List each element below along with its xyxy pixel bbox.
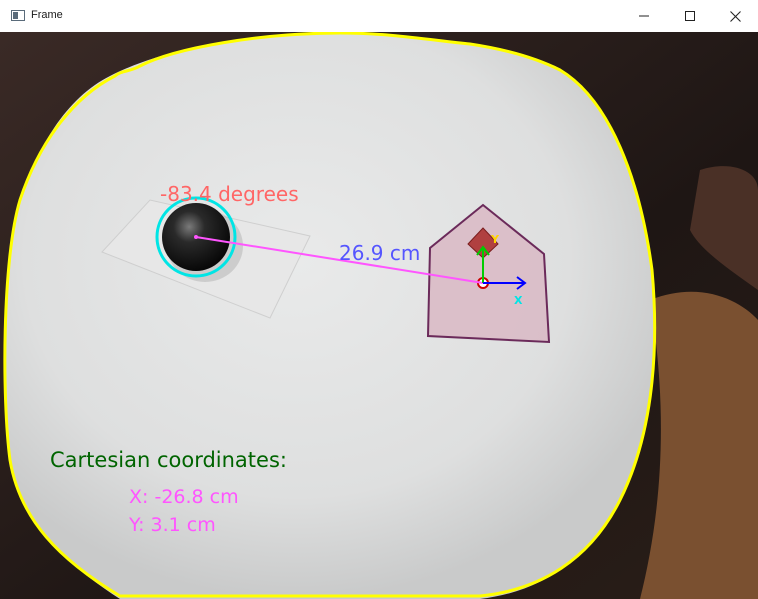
angle-label: -83.4 degrees: [160, 182, 299, 206]
window-title: Frame: [31, 9, 63, 21]
close-button[interactable]: [712, 0, 758, 32]
camera-view: Y X -83.4 degrees 26.9 cm Cartesian coor…: [0, 32, 758, 599]
coordinate-y: Y: 3.1 cm: [128, 514, 216, 536]
minimize-icon: [639, 15, 649, 17]
robot-axis-y-label: Y: [490, 233, 500, 246]
maximize-button[interactable]: [667, 0, 713, 32]
distance-label: 26.9 cm: [339, 241, 420, 265]
maximize-icon: [685, 11, 695, 21]
close-icon: [729, 10, 741, 22]
table-surface: [4, 34, 655, 599]
robot-axis-x-label: X: [514, 294, 523, 307]
title-bar: Frame: [0, 0, 758, 33]
video-frame: Y X -83.4 degrees 26.9 cm Cartesian coor…: [0, 32, 758, 599]
app-window-icon: [11, 10, 25, 21]
coordinate-x: X: -26.8 cm: [129, 486, 239, 508]
coordinates-heading: Cartesian coordinates:: [50, 448, 287, 472]
minimize-button[interactable]: [621, 0, 667, 32]
